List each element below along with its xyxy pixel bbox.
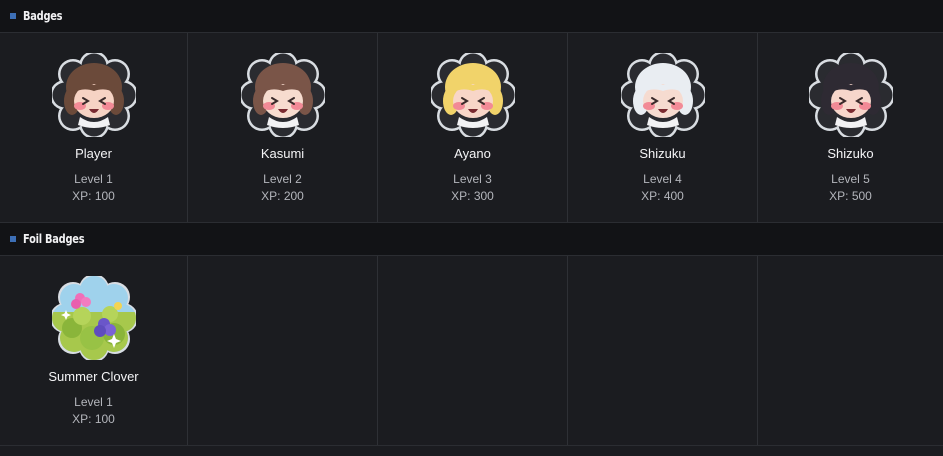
badge-name: Ayano — [454, 146, 491, 161]
chibi-brown-hair-icon — [51, 53, 136, 137]
badge-xp: XP: 300 — [451, 189, 494, 203]
badge-name: Shizuko — [827, 146, 874, 161]
badge-level: Level 1 — [74, 395, 113, 409]
badge-name: Player — [75, 146, 112, 161]
badge-card[interactable]: Shizuko Level 5 XP: 500 — [758, 33, 943, 222]
foil-badges-grid: Summer Clover Level 1 XP: 100 — [0, 256, 943, 446]
badge-xp: XP: 400 — [641, 189, 684, 203]
clover-flower-icon — [51, 276, 136, 360]
badge-card[interactable]: Player Level 1 XP: 100 — [0, 33, 188, 222]
badge-level: Level 5 — [831, 172, 870, 186]
chibi-white-hair-icon — [620, 53, 705, 137]
empty-badge-slot — [568, 256, 758, 445]
badge-name: Summer Clover — [48, 369, 139, 384]
badge-xp: XP: 200 — [261, 189, 304, 203]
chibi-dark-hair-icon — [808, 53, 893, 137]
badge-card[interactable]: Summer Clover Level 1 XP: 100 — [0, 256, 188, 445]
foil-badges-section-header: Foil Badges — [0, 223, 943, 256]
badge-card[interactable]: Shizuku Level 4 XP: 400 — [568, 33, 758, 222]
badges-grid: Player Level 1 XP: 100 Kasumi Level 2 XP… — [0, 33, 943, 223]
badge-level: Level 3 — [453, 172, 492, 186]
section-title: Badges — [23, 9, 63, 23]
chibi-kasumi-icon — [240, 53, 325, 137]
section-title: Foil Badges — [23, 232, 85, 246]
chibi-blonde-icon — [430, 53, 515, 137]
badge-xp: XP: 100 — [72, 412, 115, 426]
badges-section-header: Badges — [0, 0, 943, 33]
badge-level: Level 2 — [263, 172, 302, 186]
empty-badge-slot — [378, 256, 568, 445]
badge-name: Kasumi — [260, 146, 305, 161]
empty-badge-slot — [188, 256, 378, 445]
badge-xp: XP: 500 — [829, 189, 872, 203]
badge-name: Shizuku — [639, 146, 686, 161]
badge-level: Level 4 — [643, 172, 682, 186]
section-bullet-icon — [10, 13, 16, 19]
section-bullet-icon — [10, 236, 16, 242]
badge-card[interactable]: Kasumi Level 2 XP: 200 — [188, 33, 378, 222]
badge-xp: XP: 100 — [72, 189, 115, 203]
empty-badge-slot — [758, 256, 943, 445]
badge-level: Level 1 — [74, 172, 113, 186]
badge-card[interactable]: Ayano Level 3 XP: 300 — [378, 33, 568, 222]
